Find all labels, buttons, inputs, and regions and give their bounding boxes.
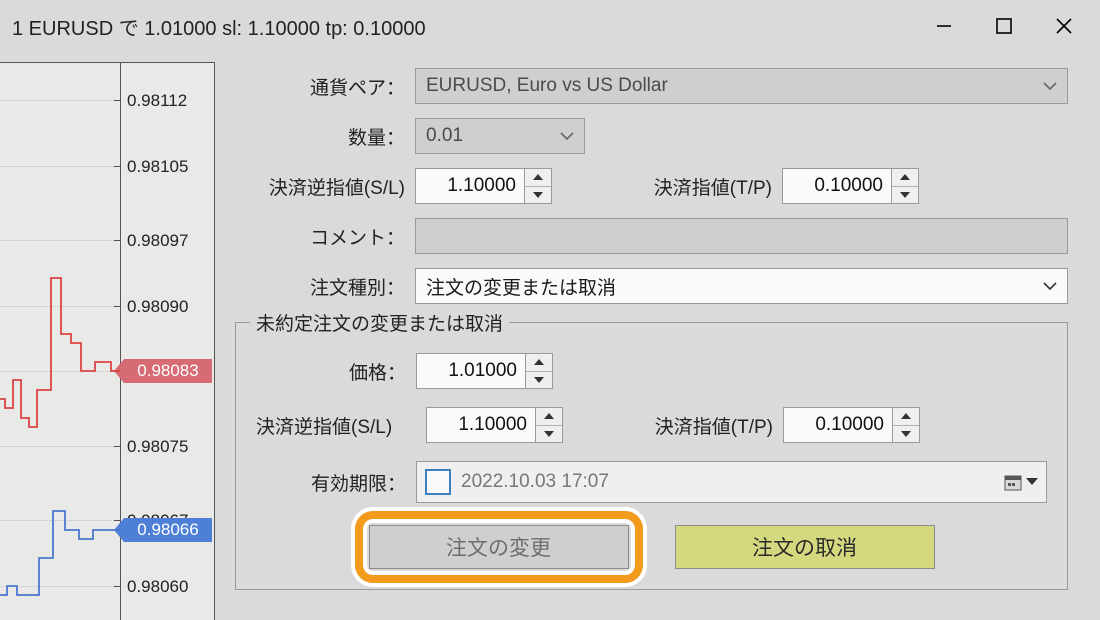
- chevron-down-icon: [1043, 81, 1057, 91]
- close-button[interactable]: [1034, 0, 1094, 52]
- stepper-down-icon[interactable]: [892, 187, 918, 204]
- y-tick: 0.98075: [127, 437, 207, 457]
- tp-label: 決済指値(T/P): [612, 173, 782, 200]
- pair-select[interactable]: EURUSD, Euro vs US Dollar: [415, 68, 1068, 104]
- stepper-up-icon[interactable]: [892, 169, 918, 187]
- tp-value[interactable]: 0.10000: [782, 168, 892, 204]
- volume-select[interactable]: 0.01: [415, 118, 585, 154]
- type-label: 注文種別：: [235, 273, 415, 300]
- calendar-icon[interactable]: [1004, 473, 1022, 491]
- stepper-up-icon[interactable]: [536, 408, 562, 426]
- fs-sl-label: 決済逆指値(S/L): [256, 412, 426, 439]
- expiry-checkbox[interactable]: [425, 469, 451, 495]
- maximize-button[interactable]: [974, 0, 1034, 52]
- comment-label: コメント：: [235, 223, 415, 250]
- ask-price-badge: 0.98083: [124, 359, 212, 383]
- stepper-down-icon[interactable]: [526, 372, 552, 389]
- fs-sl-stepper[interactable]: 1.10000: [426, 407, 563, 443]
- modify-order-button[interactable]: 注文の変更: [369, 525, 629, 569]
- y-tick: 0.98105: [127, 157, 207, 177]
- stepper-up-icon[interactable]: [893, 408, 919, 426]
- minimize-button[interactable]: [914, 0, 974, 52]
- order-form: 通貨ペア： EURUSD, Euro vs US Dollar 数量： 0.01…: [235, 52, 1094, 620]
- window-title: 1 EURUSD で 1.01000 sl: 1.10000 tp: 0.100…: [12, 12, 914, 41]
- y-tick: 0.98097: [127, 231, 207, 251]
- price-label: 価格：: [256, 358, 416, 385]
- stepper-up-icon[interactable]: [525, 169, 551, 187]
- pair-label: 通貨ペア：: [235, 73, 415, 100]
- order-type-select[interactable]: 注文の変更または取消: [415, 268, 1068, 304]
- price-value[interactable]: 1.01000: [416, 353, 526, 389]
- stepper-down-icon[interactable]: [893, 426, 919, 443]
- pair-value: EURUSD, Euro vs US Dollar: [426, 75, 668, 97]
- price-stepper[interactable]: 1.01000: [416, 353, 553, 389]
- comment-input[interactable]: [415, 218, 1068, 254]
- expiry-field[interactable]: 2022.10.03 17:07: [416, 461, 1047, 503]
- fs-tp-label: 決済指値(T/P): [613, 412, 783, 439]
- price-chart: 0.98112 0.98105 0.98097 0.98090 0.98075 …: [0, 62, 213, 620]
- fs-tp-stepper[interactable]: 0.10000: [783, 407, 920, 443]
- fs-tp-value[interactable]: 0.10000: [783, 407, 893, 443]
- stepper-down-icon[interactable]: [536, 426, 562, 443]
- chevron-down-icon: [560, 131, 574, 141]
- stepper-up-icon[interactable]: [526, 354, 552, 372]
- volume-label: 数量：: [235, 123, 415, 150]
- modify-fieldset: 未約定注文の変更または取消 価格： 1.01000 決済逆指値(S/L) 1.1…: [235, 322, 1068, 590]
- chevron-down-icon[interactable]: [1026, 477, 1038, 487]
- sl-label: 決済逆指値(S/L): [235, 173, 415, 200]
- stepper-down-icon[interactable]: [525, 187, 551, 204]
- sl-value[interactable]: 1.10000: [415, 168, 525, 204]
- titlebar: 1 EURUSD で 1.01000 sl: 1.10000 tp: 0.100…: [0, 0, 1100, 52]
- cancel-order-button[interactable]: 注文の取消: [675, 525, 935, 569]
- type-value: 注文の変更または取消: [426, 273, 616, 300]
- expiry-value: 2022.10.03 17:07: [461, 471, 609, 493]
- fs-sl-value[interactable]: 1.10000: [426, 407, 536, 443]
- fieldset-legend: 未約定注文の変更または取消: [250, 309, 509, 336]
- bid-price-badge: 0.98066: [124, 518, 212, 542]
- y-tick: 0.98112: [127, 91, 207, 111]
- volume-value: 0.01: [426, 125, 463, 147]
- tp-stepper[interactable]: 0.10000: [782, 168, 919, 204]
- expiry-label: 有効期限：: [256, 469, 416, 496]
- y-tick: 0.98090: [127, 297, 207, 317]
- y-tick: 0.98060: [127, 577, 207, 597]
- sl-stepper[interactable]: 1.10000: [415, 168, 552, 204]
- chevron-down-icon: [1043, 281, 1057, 291]
